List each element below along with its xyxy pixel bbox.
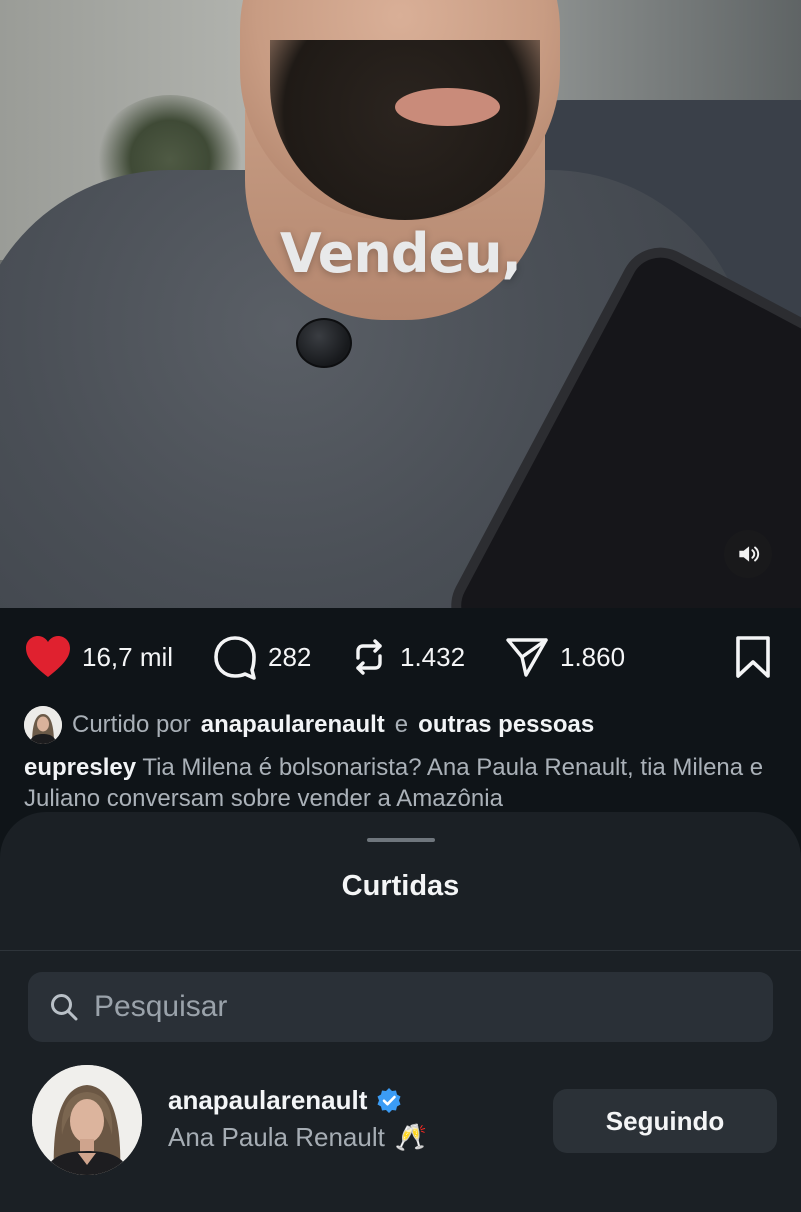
avatar[interactable] [32, 1065, 142, 1175]
heart-icon [26, 636, 70, 677]
reposts-count: 1.432 [400, 641, 466, 672]
shares-count: 1.860 [560, 641, 626, 672]
speaker-icon [739, 546, 760, 562]
user-emoji: 🥂 [394, 1122, 428, 1152]
likes-count: 16,7 mil [82, 641, 174, 672]
user-username-row[interactable]: anapaularenault [168, 1085, 403, 1116]
sheet-divider [0, 950, 801, 951]
liked-by-prefix: Curtido por [72, 711, 191, 738]
user-username[interactable]: anapaularenault [168, 1085, 367, 1116]
search-icon [51, 994, 78, 1021]
save-button[interactable] [734, 634, 772, 680]
share-button[interactable]: 1.860 [504, 634, 625, 680]
verified-badge-icon [377, 1087, 401, 1113]
video-person-mouth [395, 88, 500, 126]
comments-count: 282 [268, 641, 312, 672]
comment-icon [214, 636, 256, 680]
user-full-name-row: Ana Paula Renault 🥂 [168, 1122, 427, 1153]
liked-by-user[interactable]: anapaularenault [201, 711, 385, 739]
comment-button[interactable]: 282 [212, 634, 311, 680]
liked-by-others[interactable]: outras pessoas [418, 711, 594, 739]
sheet-title: Curtidas [341, 870, 460, 902]
liked-by-avatar [24, 706, 62, 744]
sound-toggle-button[interactable] [724, 530, 772, 578]
repost-button[interactable]: 1.432 [348, 634, 465, 680]
liked-by-connector: e [394, 711, 409, 738]
repost-icon [356, 639, 382, 675]
sheet-drag-handle[interactable] [367, 838, 435, 842]
search-bar[interactable] [28, 972, 773, 1042]
post-caption: eupresley Tia Milena é bolsonarista? Ana… [24, 752, 784, 814]
following-button[interactable]: Seguindo [553, 1089, 777, 1153]
search-input[interactable] [92, 989, 736, 1025]
video-microphone [296, 318, 352, 368]
video-caption: Vendeu, [279, 222, 522, 285]
send-icon [506, 638, 548, 677]
user-full-name: Ana Paula Renault [168, 1122, 385, 1152]
post-author[interactable]: eupresley [24, 754, 136, 781]
liked-by-row[interactable]: Curtido por anapaularenault e outras pes… [24, 706, 594, 744]
bookmark-icon [736, 636, 770, 678]
video-player[interactable]: Vendeu, [0, 0, 801, 608]
like-button[interactable]: 16,7 mil [24, 634, 173, 680]
